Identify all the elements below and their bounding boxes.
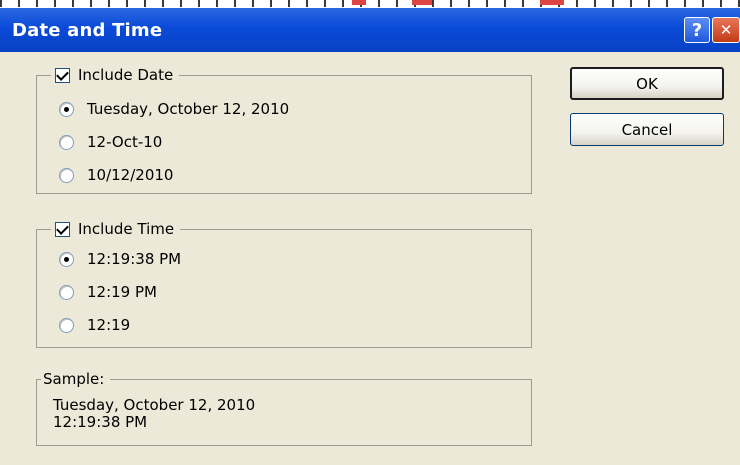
include-date-checkbox[interactable] xyxy=(55,67,70,83)
background-fragment xyxy=(412,0,432,5)
date-format-radio[interactable] xyxy=(59,167,74,183)
sample-time-text: 12:19:38 PM xyxy=(53,413,148,431)
close-icon: ✕ xyxy=(719,21,733,39)
time-format-label: 12:19 PM xyxy=(87,283,157,301)
title-bar[interactable]: Date and Time ? ✕ xyxy=(0,8,740,52)
date-format-option[interactable]: 10/12/2010 xyxy=(59,164,173,186)
cancel-button[interactable]: Cancel xyxy=(570,113,724,146)
date-format-radio[interactable] xyxy=(59,101,74,117)
date-format-label: Tuesday, October 12, 2010 xyxy=(87,100,290,118)
time-format-radio[interactable] xyxy=(59,284,74,300)
sample-label: Sample: xyxy=(43,370,105,388)
background-fragment xyxy=(540,0,564,5)
time-group: Include Time 12:19:38 PM 12:19 PM 12:19 xyxy=(36,219,532,348)
date-format-label: 12-Oct-10 xyxy=(87,133,163,151)
background-fragment xyxy=(352,0,366,5)
date-format-option[interactable]: Tuesday, October 12, 2010 xyxy=(59,98,289,120)
include-date-label: Include Date xyxy=(78,66,174,84)
include-date-legend[interactable]: Include Date xyxy=(51,65,180,85)
ok-button[interactable]: OK xyxy=(570,67,724,100)
include-time-checkbox[interactable] xyxy=(55,221,70,237)
time-format-label: 12:19 xyxy=(87,316,131,334)
include-time-legend[interactable]: Include Time xyxy=(51,219,181,239)
time-format-option[interactable]: 12:19 xyxy=(59,314,130,336)
date-format-option[interactable]: 12-Oct-10 xyxy=(59,131,162,153)
date-time-dialog: Date and Time ? ✕ Include Date Tuesday, … xyxy=(0,8,740,465)
sample-legend: Sample: xyxy=(41,369,111,389)
ok-button-label: OK xyxy=(636,74,658,93)
dialog-title: Date and Time xyxy=(12,20,163,41)
time-format-option[interactable]: 12:19 PM xyxy=(59,281,157,303)
include-time-label: Include Time xyxy=(78,220,175,238)
cancel-button-label: Cancel xyxy=(621,120,673,139)
help-button[interactable]: ? xyxy=(684,17,710,43)
help-icon: ? xyxy=(691,19,703,41)
sample-group: Sample: Tuesday, October 12, 2010 12:19:… xyxy=(36,369,532,446)
sample-preview: Tuesday, October 12, 2010 12:19:38 PM xyxy=(53,397,255,431)
time-format-option[interactable]: 12:19:38 PM xyxy=(59,248,181,270)
date-group: Include Date Tuesday, October 12, 2010 1… xyxy=(36,65,532,194)
background-strip xyxy=(0,0,740,7)
date-format-label: 10/12/2010 xyxy=(87,166,174,184)
sample-date-text: Tuesday, October 12, 2010 xyxy=(53,396,256,414)
time-format-radio[interactable] xyxy=(59,317,74,333)
time-format-label: 12:19:38 PM xyxy=(87,250,182,268)
date-format-radio[interactable] xyxy=(59,134,74,150)
time-format-radio[interactable] xyxy=(59,251,74,267)
close-button[interactable]: ✕ xyxy=(712,17,740,43)
